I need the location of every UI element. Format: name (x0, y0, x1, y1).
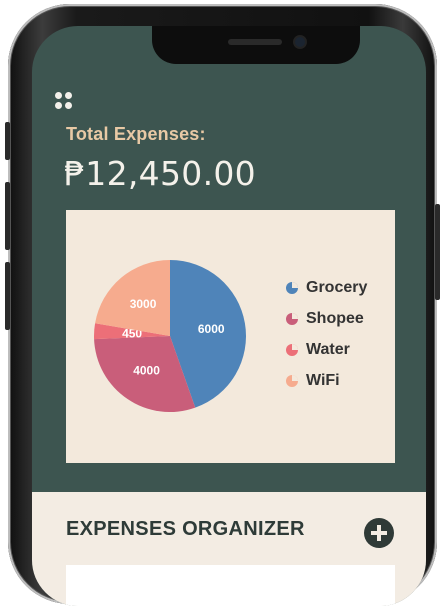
pie-chart: 600040004503000 (94, 260, 247, 412)
legend-label: WiFi (306, 371, 340, 389)
legend-label: Grocery (306, 278, 368, 296)
legend-item-water: Water (286, 334, 367, 365)
volume-down-button (5, 262, 10, 330)
speaker (228, 39, 282, 45)
front-camera (295, 37, 305, 47)
pie-chart-icon (286, 312, 298, 325)
organizer-panel: EXPENSES ORGANIZER (32, 492, 426, 606)
power-button (435, 204, 440, 300)
pie-label-grocery: 6000 (198, 322, 225, 336)
pie-chart-icon (286, 374, 298, 387)
chart-legend: Grocery Shopee Water WiFi (286, 272, 367, 396)
pie-chart-icon (286, 343, 298, 356)
total-expenses-amount: ₱12,450.00 (64, 154, 256, 193)
legend-label: Shopee (306, 309, 364, 327)
pie-label-shopee: 4000 (133, 364, 160, 378)
add-expense-button[interactable] (364, 518, 394, 548)
notch (152, 26, 360, 64)
legend-item-shopee: Shopee (286, 303, 367, 334)
legend-item-grocery: Grocery (286, 272, 367, 303)
menu-dots-icon[interactable] (55, 92, 73, 110)
app-screen: Total Expenses: ₱12,450.00 6000 4000 450 30… (32, 26, 426, 606)
pie-chart-icon (286, 281, 298, 294)
legend-item-wifi: WiFi (286, 365, 367, 396)
organizer-title: EXPENSES ORGANIZER (66, 518, 305, 540)
expenses-chart-card: 6000 4000 450 3000 Grocery Shopee Water WiFi (66, 210, 395, 463)
total-expenses-label: Total Expenses: (66, 124, 206, 144)
volume-up-button (5, 182, 10, 250)
phone-frame: Total Expenses: ₱12,450.00 6000 4000 450 30… (5, 4, 440, 606)
pie-label-wifi: 3000 (130, 297, 157, 311)
legend-label: Water (306, 340, 350, 358)
silent-switch (5, 122, 10, 160)
expense-list-card (66, 565, 395, 606)
